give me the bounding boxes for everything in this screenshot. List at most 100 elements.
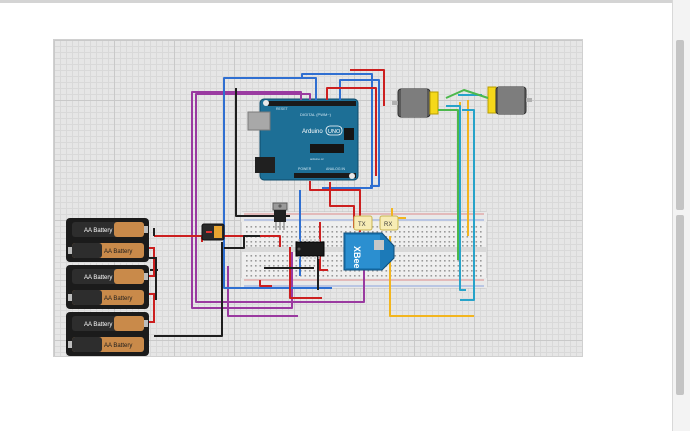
breadboard-hole <box>363 231 365 233</box>
breadboard-hole <box>430 275 433 277</box>
arduino-model: UNO <box>328 129 341 135</box>
breadboard-hole <box>399 236 401 238</box>
breadboard-hole <box>475 236 478 238</box>
breadboard-hole <box>277 226 280 228</box>
breadboard-hole <box>331 245 334 247</box>
breadboard-hole <box>273 275 275 277</box>
breadboard-hole <box>286 231 289 233</box>
breadboard-hole <box>255 226 257 228</box>
breadboard-hole <box>430 255 433 257</box>
breadboard-hole <box>327 265 329 267</box>
breadboard-hole <box>480 265 482 267</box>
breadboard-hole <box>255 265 257 267</box>
breadboard-hole <box>421 231 424 233</box>
breadboard-hole <box>381 275 383 277</box>
top-rule <box>0 0 690 3</box>
breadboard-hole <box>421 245 424 247</box>
breadboard-hole <box>475 245 478 247</box>
breadboard-hole <box>250 275 253 277</box>
breadboard-hole <box>403 245 406 247</box>
breadboard-hole <box>435 270 437 272</box>
breadboard-hole <box>282 275 284 277</box>
breadboard-hole <box>246 241 248 243</box>
breadboard-hole <box>385 231 388 233</box>
breadboard-hole <box>327 245 329 247</box>
breadboard-hole <box>444 241 446 243</box>
breadboard-hole <box>268 265 271 267</box>
breadboard-hole <box>408 275 410 277</box>
breadboard-hole <box>313 231 316 233</box>
breadboard-hole <box>439 265 442 267</box>
breadboard-hole <box>336 226 338 228</box>
breadboard-hole <box>480 241 482 243</box>
breadboard-hole <box>430 236 433 238</box>
breadboard-hole <box>255 241 257 243</box>
motor-left <box>392 88 439 118</box>
breadboard-hole <box>340 245 343 247</box>
breadboard-hole <box>448 255 451 257</box>
breadboard-hole <box>439 245 442 247</box>
breadboard-hole <box>385 270 388 272</box>
breadboard-hole <box>417 255 419 257</box>
breadboard-hole <box>444 275 446 277</box>
breadboard-hole <box>340 236 343 238</box>
breadboard-hole <box>435 275 437 277</box>
breadboard-hole <box>273 260 275 262</box>
battery-1-bottom-label: AA Battery <box>104 249 132 255</box>
battery-pack-3: AA Battery AA Battery <box>66 312 149 356</box>
breadboard-hole <box>291 236 293 238</box>
scrollbar-lower[interactable] <box>676 215 684 395</box>
breadboard-hole <box>336 236 338 238</box>
breadboard-hole <box>399 231 401 233</box>
breadboard-hole <box>282 241 284 243</box>
breadboard-hole <box>313 270 316 272</box>
breadboard-hole <box>394 231 397 233</box>
breadboard-hole <box>421 226 424 228</box>
breadboard-hole <box>417 270 419 272</box>
led-rx-label: RX <box>384 222 392 228</box>
breadboard-hole <box>390 231 392 233</box>
breadboard-hole <box>340 241 343 243</box>
breadboard-hole <box>399 270 401 272</box>
breadboard-hole <box>412 226 415 228</box>
breadboard-hole <box>376 275 379 277</box>
breadboard-hole <box>304 236 307 238</box>
breadboard-hole <box>448 275 451 277</box>
breadboard-hole <box>268 255 271 257</box>
breadboard-hole <box>331 265 334 267</box>
breadboard-hole <box>268 231 271 233</box>
breadboard-hole <box>304 226 307 228</box>
schematic-canvas[interactable]: DIGITAL (PWM~) Arduino UNO RESET POWER A… <box>53 39 583 357</box>
breadboard-hole <box>336 245 338 247</box>
breadboard-hole <box>259 265 262 267</box>
breadboard-hole <box>466 255 469 257</box>
breadboard-hole <box>439 231 442 233</box>
breadboard-hole <box>408 265 410 267</box>
breadboard-hole <box>282 265 284 267</box>
breadboard-hole <box>304 270 307 272</box>
breadboard-hole <box>412 275 415 277</box>
breadboard-hole <box>399 265 401 267</box>
breadboard-hole <box>313 226 316 228</box>
breadboard-hole <box>286 270 289 272</box>
scrollbar-upper[interactable] <box>676 40 684 210</box>
breadboard-hole <box>327 231 329 233</box>
breadboard-hole <box>417 226 419 228</box>
breadboard-hole <box>475 260 478 262</box>
breadboard-hole <box>408 241 410 243</box>
breadboard-hole <box>394 275 397 277</box>
breadboard-hole <box>259 270 262 272</box>
breadboard-hole <box>354 275 356 277</box>
breadboard-hole <box>462 260 464 262</box>
breadboard-hole <box>430 270 433 272</box>
breadboard-hole <box>268 275 271 277</box>
breadboard-hole <box>367 275 370 277</box>
breadboard-hole <box>376 226 379 228</box>
breadboard-hole <box>412 270 415 272</box>
breadboard-hole <box>471 275 473 277</box>
breadboard-hole <box>408 255 410 257</box>
breadboard-hole <box>394 245 397 247</box>
breadboard-hole <box>246 275 248 277</box>
breadboard-hole <box>421 265 424 267</box>
breadboard-hole <box>448 245 451 247</box>
